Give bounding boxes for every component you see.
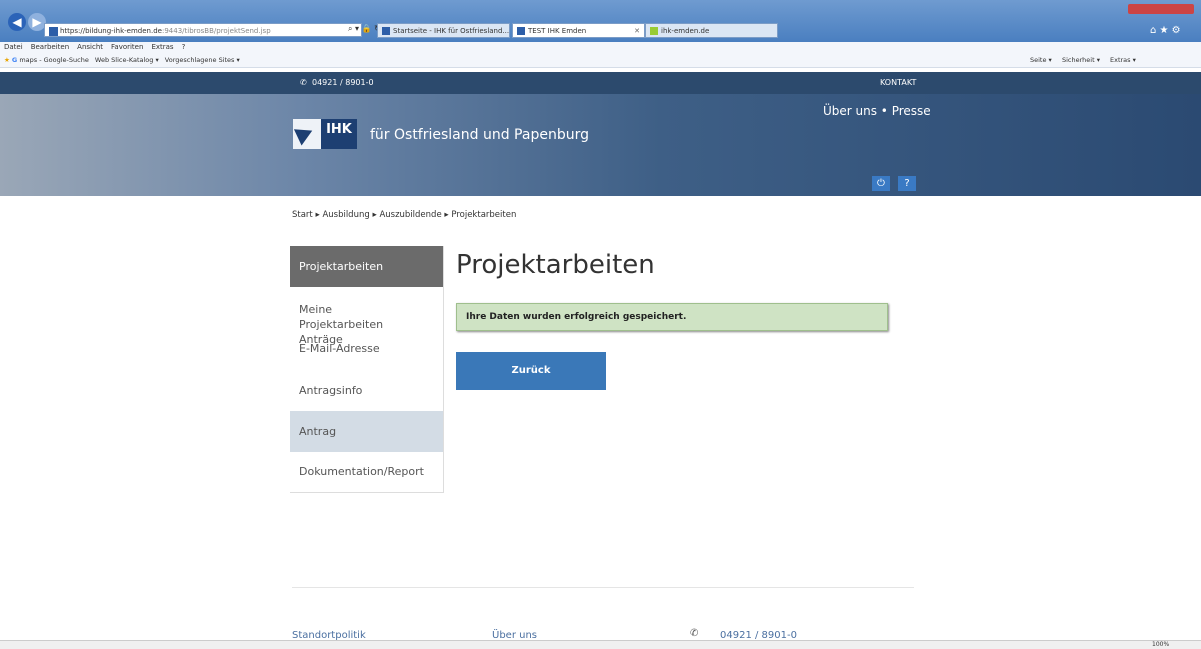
toolbar-seite[interactable]: Seite ▾	[1030, 53, 1052, 67]
sidebar-item-label: Dokumentation/Report	[299, 465, 424, 478]
menu-favoriten[interactable]: Favoriten	[111, 43, 143, 51]
ihk-logo[interactable]: IHK	[293, 119, 357, 149]
address-bar[interactable]: https://bildung-ihk-emden.de:9443/tibros…	[44, 23, 362, 37]
sidebar-item-meine-antraege[interactable]: Meine Projektarbeiten Anträge	[290, 302, 410, 346]
logo-text: IHK	[321, 119, 357, 149]
tab-test-ihk[interactable]: TEST IHK Emden ✕	[512, 23, 645, 38]
tab-startseite[interactable]: Startseite - IHK für Ostfriesland...	[377, 23, 510, 38]
menu-datei[interactable]: Datei	[4, 43, 23, 51]
tab-label: ihk-emden.de	[661, 27, 710, 35]
contact-link[interactable]: KONTAKT	[880, 78, 916, 87]
tab-ihk-emden[interactable]: ihk-emden.de	[645, 23, 778, 38]
toolbar-sicherheit[interactable]: Sicherheit ▾	[1062, 53, 1100, 67]
url-path: :9443/tibrosBB/projektSend.jsp	[161, 27, 271, 35]
tab-icon	[517, 27, 525, 35]
search-lock-refresh-icon[interactable]: ⌕ ▾ 🔒 ↻	[348, 24, 381, 34]
site-top-strip: ✆ 04921 / 8901-0 KONTAKT	[0, 72, 1201, 94]
favorites-bar: ★ G maps - Google-Suche Web Slice-Katalo…	[0, 53, 1201, 68]
footer-phone-icon: ✆	[690, 628, 699, 639]
sidebar-item-projektarbeiten[interactable]: Projektarbeiten	[290, 246, 443, 287]
sidebar-item-antrag[interactable]: Antrag	[290, 411, 443, 452]
sidebar-item-dokumentation[interactable]: Dokumentation/Report	[290, 452, 443, 492]
menu-extras[interactable]: Extras	[151, 43, 173, 51]
success-message: Ihre Daten wurden erfolgreich gespeicher…	[456, 303, 888, 331]
help-icon[interactable]: ?	[898, 176, 916, 191]
site-icon	[49, 26, 58, 36]
org-name: für Ostfriesland und Papenburg	[370, 127, 589, 143]
sidebar-item-label: E-Mail-Adresse	[299, 342, 380, 355]
breadcrumb-start[interactable]: Start	[292, 210, 313, 220]
fav-suggested[interactable]: Vorgeschlagene Sites ▾	[165, 56, 240, 64]
url-host: https://bildung-ihk-emden.de	[60, 27, 162, 35]
close-icon[interactable]: ✕	[634, 24, 640, 37]
tab-icon	[650, 27, 658, 35]
fav-webslice[interactable]: Web Slice-Katalog ▾	[95, 56, 159, 64]
sidebar-item-label: Antrag	[299, 425, 337, 438]
fav-maps[interactable]: maps - Google-Suche	[19, 56, 89, 64]
google-icon: G	[11, 56, 18, 64]
header-phone[interactable]: 04921 / 8901-0	[312, 78, 374, 87]
menu-bar: Datei Bearbeiten Ansicht Favoriten Extras?	[0, 42, 1201, 53]
tab-label: TEST IHK Emden	[528, 27, 587, 35]
menu-bearbeiten[interactable]: Bearbeiten	[31, 43, 69, 51]
breadcrumb: Start ▸ Ausbildung ▸ Auszubildende ▸ Pro…	[292, 210, 516, 220]
sidebar-item-email[interactable]: E-Mail-Adresse	[290, 342, 443, 358]
tab-icon	[382, 27, 390, 35]
site-hero: Über uns • Presse	[0, 94, 1201, 196]
home-star-gear-icon[interactable]: ⌂ ★ ⚙	[1150, 25, 1181, 36]
sidebar-item-label: Projektarbeiten	[299, 260, 384, 273]
logo-arrow-icon	[293, 122, 317, 146]
breadcrumb-projektarbeiten[interactable]: Projektarbeiten	[451, 210, 516, 220]
sidebar-item-label: Antragsinfo	[299, 384, 363, 397]
back-arrow-icon[interactable]: ◀	[8, 13, 26, 31]
phone-icon: ✆	[300, 78, 307, 87]
sidebar: Projektarbeiten Meine Projektarbeiten An…	[290, 246, 444, 493]
sidebar-item-label: Meine Projektarbeiten Anträge	[299, 303, 384, 346]
menu-ansicht[interactable]: Ansicht	[77, 43, 103, 51]
top-nav-links[interactable]: Über uns • Presse	[823, 104, 931, 118]
footer-divider	[292, 587, 914, 588]
favorites-star-icon[interactable]: ★	[4, 56, 10, 64]
tab-label: Startseite - IHK für Ostfriesland...	[393, 27, 510, 35]
window-controls[interactable]	[1128, 4, 1194, 14]
back-button[interactable]: Zurück	[456, 352, 606, 390]
toolbar-extras[interactable]: Extras ▾	[1110, 53, 1136, 67]
breadcrumb-auszubildende[interactable]: Auszubildende	[379, 210, 441, 220]
breadcrumb-ausbildung[interactable]: Ausbildung	[322, 210, 369, 220]
page-title: Projektarbeiten	[456, 250, 655, 280]
power-icon[interactable]: ⏻	[872, 176, 890, 191]
sidebar-item-antragsinfo[interactable]: Antragsinfo	[290, 370, 443, 411]
menu-help[interactable]: ?	[182, 43, 186, 51]
